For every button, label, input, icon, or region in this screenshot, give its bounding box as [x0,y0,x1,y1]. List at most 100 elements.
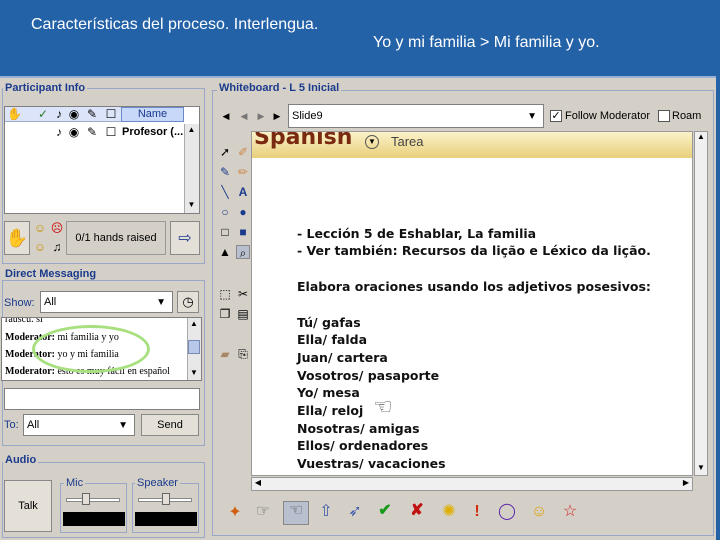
rectangle-icon[interactable]: □ [218,225,232,239]
slide-line: Yo/ mesa [297,385,360,400]
pencil-icon: ✎ [86,125,98,139]
pointer-icon[interactable]: ➚ [218,145,232,159]
exit-button[interactable]: ⇨ [170,221,200,255]
last-slide-icon[interactable]: ▶ [270,109,284,123]
whiteboard-canvas[interactable]: Spanish ▼ Tarea - Lección 5 de Eshablar,… [251,131,693,476]
follow-moderator-checkbox[interactable]: ✓ [550,110,562,122]
star-icon[interactable]: ☆ [561,503,579,521]
grab-hand-icon[interactable]: ☜ [283,501,309,525]
slide-line: - Ver también: Recursos da lição e Léxic… [297,243,651,258]
smiley-icon[interactable]: ☺ [33,221,47,235]
scroll-right-icon[interactable]: ▶ [680,478,692,490]
send-button[interactable]: Send [141,414,199,436]
pencil-icon[interactable]: ✎ [218,165,232,179]
slide-title: Características del proceso. Interlengua… [31,16,319,33]
check-icon[interactable]: ✔ [376,502,394,520]
sparkle-icon[interactable]: ✦ [226,504,244,522]
roam-label: Roam [672,110,702,122]
speech-bubble-icon[interactable]: ◯ [498,503,516,521]
slide-line: Ella/ reloj [297,403,364,418]
arrow-up-icon[interactable]: ⇧ [317,503,335,521]
text-icon[interactable]: A [236,185,250,199]
annotation-circle [32,325,150,373]
video-icon: ◉ [68,107,80,121]
magnifier-icon[interactable]: ⌕ [236,245,250,260]
whiteboard-icon: ☐ [105,107,117,121]
lightbulb-icon[interactable]: ✺ [440,503,458,521]
speaker-icon[interactable]: ♫ [50,240,64,254]
paste-icon[interactable]: ▤ [236,307,250,321]
marker-icon[interactable]: ✏ [236,165,250,179]
line-icon[interactable]: ╲ [218,185,232,199]
scroll-down-icon[interactable]: ▼ [695,463,707,474]
message-input[interactable] [4,388,200,410]
scroll-up-icon[interactable]: ▲ [185,125,198,137]
slide-select[interactable]: Slide9 ▼ [288,104,544,128]
next-slide-icon[interactable]: ▶ [254,109,268,123]
to-recipient-select[interactable]: All ▼ [23,414,135,436]
to-recipient-value: All [27,419,40,431]
hands-raised-status: 0/1 hands raised [66,221,166,255]
select-icon[interactable]: ⬚ [218,287,232,301]
arrow-pointer-icon[interactable]: ➶ [346,503,364,521]
filled-ellipse-icon[interactable]: ● [236,205,250,219]
slide-select-value: Slide9 [292,110,323,122]
roam-checkbox[interactable] [658,110,670,122]
first-slide-icon[interactable]: ◀ [219,109,233,123]
show-filter-select[interactable]: All ▼ [40,291,173,313]
pointing-hand-icon: ☜ [373,394,393,419]
messaging-panel-title: Direct Messaging [3,268,99,280]
pencil-icon: ✎ [86,107,98,121]
canvas-vertical-scrollbar[interactable] [694,131,708,476]
export-icon[interactable]: ⎘ [236,347,250,361]
scroll-left-icon[interactable]: ◀ [252,478,264,490]
scroll-up-icon[interactable]: ▲ [188,319,200,330]
whiteboard-title: Whiteboard - L 5 Inicial [217,82,342,94]
raise-hand-button[interactable]: ✋ [4,221,30,255]
scroll-down-icon[interactable]: ▼ [188,368,200,379]
slide-line: Vosotros/ pasaporte [297,368,440,383]
no-smiley-icon[interactable]: ☹ [50,221,64,235]
banner-tab-label: Tarea [391,134,424,149]
slide-line: Vuestras/ vacaciones [297,456,446,471]
column-name[interactable]: Name [121,107,184,122]
ellipse-icon[interactable]: ○ [218,205,232,219]
mic-label: Mic [64,477,86,489]
smiley-icon[interactable]: ☺ [33,240,47,254]
mic-slider[interactable] [66,498,120,502]
slide-line: - Lección 5 de Eshablar, La familia [297,226,537,241]
canvas-horizontal-scrollbar[interactable] [251,477,693,491]
clock-button[interactable]: ◷ [177,291,199,313]
chevron-down-icon: ▼ [527,110,537,122]
check-icon: ✓ [37,107,49,121]
speaker-level-meter [135,512,197,526]
cross-icon[interactable]: ✘ [408,502,426,520]
chevron-down-icon: ▼ [365,135,379,149]
to-label: To: [4,419,19,431]
show-label: Show: [4,297,35,309]
filled-rectangle-icon[interactable]: ■ [236,225,250,239]
open-folder-icon[interactable]: ▰ [218,347,232,361]
previous-slide-icon[interactable]: ◀ [237,109,251,123]
participant-name[interactable]: Profesor (... [122,126,183,138]
scroll-thumb[interactable] [188,340,200,354]
slide-breadcrumb: Yo y mi familia > Mi familia y yo. [373,34,600,51]
mic-slider-thumb[interactable] [82,493,90,505]
talk-button[interactable]: Talk [4,480,52,532]
image-icon[interactable]: ▲ [218,245,232,259]
exclamation-icon[interactable]: ! [468,503,486,521]
follow-moderator-label: Follow Moderator [565,110,650,122]
slide-line: Ellos/ ordenadores [297,438,429,453]
spanish-logo: Spanish [254,131,353,150]
smiley-icon[interactable]: ☺ [530,503,548,521]
pointing-hand-icon[interactable]: ☞ [254,503,272,521]
audio-icon: ♪ [56,125,62,139]
copy-icon[interactable]: ❐ [218,307,232,321]
audio-icon: ♪ [56,107,62,121]
cut-icon[interactable]: ✂ [236,287,250,301]
scroll-down-icon[interactable]: ▼ [185,200,198,212]
speaker-slider-thumb[interactable] [162,493,170,505]
chevron-down-icon: ▼ [156,296,166,308]
scroll-up-icon[interactable]: ▲ [695,132,707,143]
highlighter-icon[interactable]: ✐ [236,145,250,159]
